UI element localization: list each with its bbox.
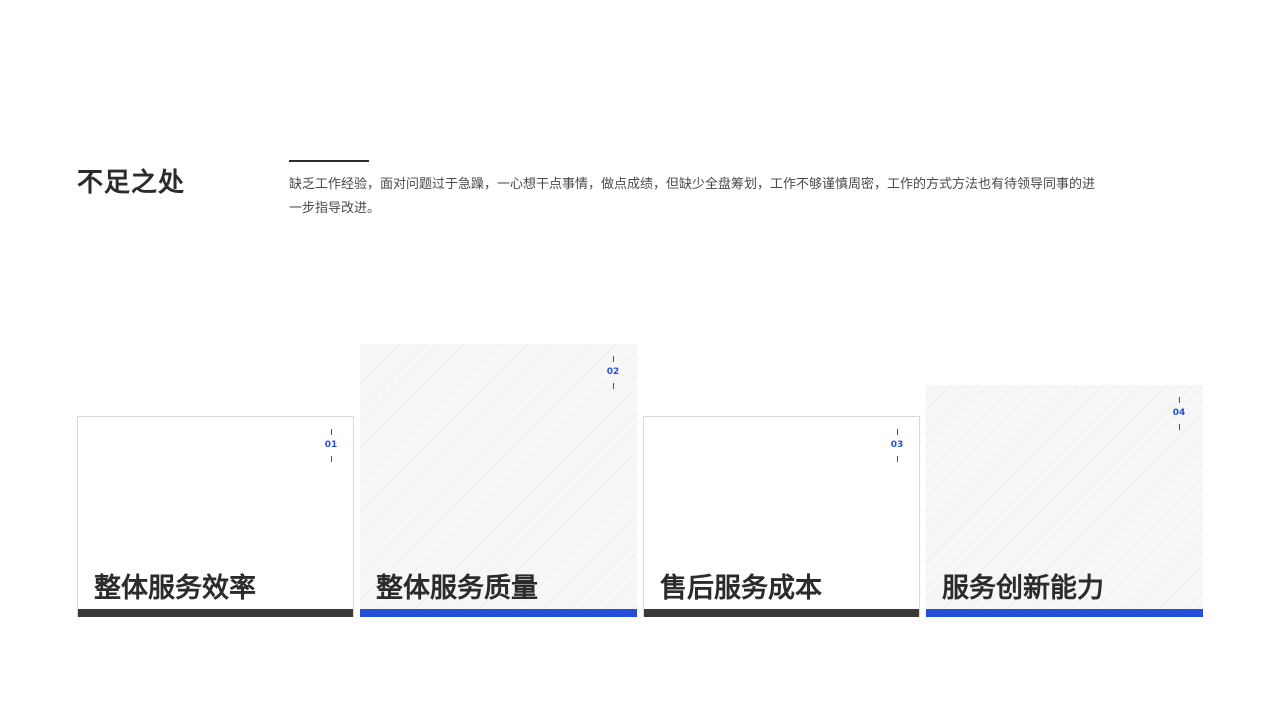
card-number-text: 04 <box>1172 408 1186 418</box>
card-number: 04 <box>1164 397 1194 430</box>
card-number-text: 02 <box>606 367 620 377</box>
card-bottom-bar <box>926 609 1203 617</box>
number-tick-bottom <box>896 456 898 462</box>
number-tick-top <box>1178 397 1180 403</box>
card-number-text: 01 <box>324 440 338 450</box>
card-bottom-bar <box>644 609 919 617</box>
card-service-innovation: 04 服务创新能力 <box>926 385 1203 617</box>
card-label: 整体服务质量 <box>376 573 538 604</box>
card-number: 01 <box>316 429 346 462</box>
number-tick-top <box>896 429 898 435</box>
card-label: 售后服务成本 <box>660 573 822 604</box>
number-tick-bottom <box>612 383 614 389</box>
card-label: 服务创新能力 <box>942 573 1104 604</box>
card-label: 整体服务效率 <box>94 573 256 604</box>
card-bottom-bar <box>78 609 353 617</box>
number-tick-bottom <box>330 456 332 462</box>
number-tick-bottom <box>1178 424 1180 430</box>
card-number: 02 <box>598 356 628 389</box>
card-bottom-bar <box>360 609 637 617</box>
card-service-quality: 02 整体服务质量 <box>360 344 637 617</box>
number-tick-top <box>330 429 332 435</box>
card-after-sales-cost: 03 售后服务成本 <box>643 416 920 617</box>
section-description: 缺乏工作经验，面对问题过于急躁，一心想干点事情，做点成绩，但缺少全盘筹划，工作不… <box>289 177 1096 216</box>
card-number-text: 03 <box>890 440 904 450</box>
card-service-efficiency: 01 整体服务效率 <box>77 416 354 617</box>
title-rule <box>289 160 369 162</box>
section-title: 不足之处 <box>77 168 186 198</box>
number-tick-top <box>612 356 614 362</box>
card-number: 03 <box>882 429 912 462</box>
